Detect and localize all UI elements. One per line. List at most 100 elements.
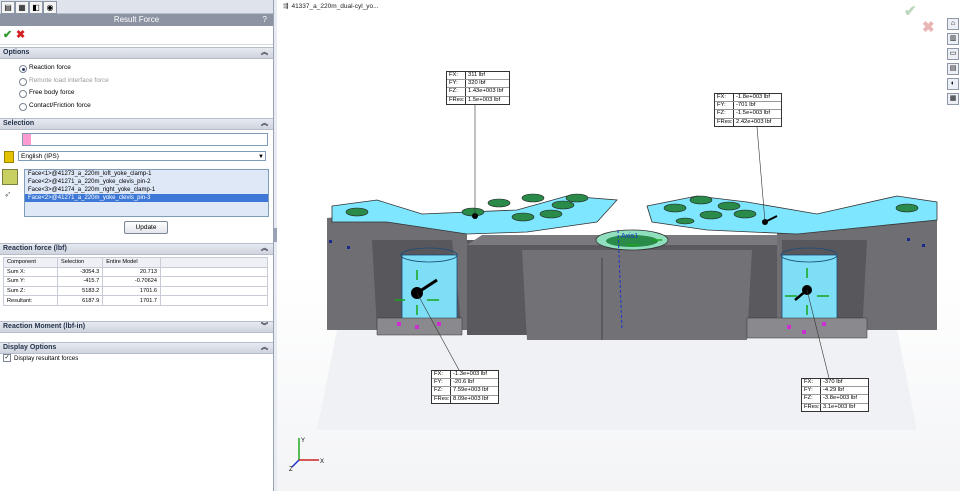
- callout-row: FY: 320 lbf: [447, 79, 509, 88]
- checkbox-checked-icon[interactable]: ✓: [3, 354, 11, 363]
- callout-row: FRes: 8.09e+003 lbf: [432, 394, 498, 403]
- viewport-ok-icon[interactable]: ✔: [904, 2, 917, 20]
- callout-key: FRes:: [717, 118, 734, 126]
- left-base-ring: [376, 317, 463, 336]
- property-manager-tab-icon[interactable]: ▦: [15, 1, 29, 14]
- home-icon[interactable]: ⌂: [947, 18, 959, 30]
- collapse-chevron-icon[interactable]: ︽: [261, 48, 268, 58]
- column-header: Entire Model: [102, 257, 161, 268]
- reaction-force-section-header[interactable]: Reaction force (lbf) ︽: [0, 243, 273, 255]
- selection-section-header[interactable]: Selection ︽: [0, 118, 273, 130]
- table-row: Sum Y: -415.7 -0.70624: [2, 276, 268, 287]
- reaction-force-header-label: Reaction force (lbf): [3, 245, 67, 252]
- radio-button-icon[interactable]: [19, 102, 27, 111]
- callout-value: 311 lbf: [468, 72, 485, 78]
- axis-label: Axis1: [621, 233, 638, 240]
- units-dropdown[interactable]: English (IPS) ▼: [18, 151, 266, 161]
- cancel-button[interactable]: ✖: [16, 28, 25, 41]
- face-selection-list[interactable]: Face<1>@41273_a_220m_loft_yoke_clamp-1 F…: [24, 169, 269, 217]
- display-resultant-forces-checkbox[interactable]: ✓ Display resultant forces: [3, 354, 78, 363]
- table-header-row: Component Selection Entire Model: [2, 257, 268, 268]
- units-selected-value: English (IPS): [21, 153, 59, 160]
- callout-value: -370 lbf: [823, 379, 843, 385]
- callout-row: FZ: -3.8e+003 lbf: [802, 394, 868, 403]
- simulation-tab-icon[interactable]: ◉: [43, 1, 57, 14]
- right-base-ring: [746, 317, 868, 339]
- task-pane-tabs: ⌂ ▥ ▭ ▤ ◐ ▦: [947, 18, 959, 105]
- callout-value: -1.8e+003 lbf: [736, 94, 771, 100]
- radio-button-icon[interactable]: [19, 65, 27, 73]
- force-callout-bottom-left: FX: -1.3e+003 lbf FY: -20.6 lbf FZ: 7.59e+0…: [431, 370, 499, 404]
- display-options-section-header[interactable]: Display Options ︽: [0, 342, 273, 354]
- callout-key: FX:: [432, 371, 451, 379]
- list-item[interactable]: Face<3>@41274_a_220m_right_yoke_clamp-1: [25, 186, 268, 194]
- checkbox-label: Display resultant forces: [14, 355, 79, 362]
- list-item[interactable]: Face<1>@41273_a_220m_loft_yoke_clamp-1: [25, 170, 268, 178]
- radio-contact-friction-force[interactable]: Contact/Friction force: [0, 100, 273, 113]
- options-section-header[interactable]: Options ︽: [0, 47, 273, 59]
- file-explorer-icon[interactable]: ▤: [947, 63, 959, 75]
- assembly-icon: ⇶: [283, 3, 289, 10]
- update-button[interactable]: Update: [124, 221, 168, 234]
- callout-value: -1.5e+003 lbf: [736, 110, 771, 117]
- appearance-icon[interactable]: ◐: [947, 78, 959, 90]
- cursor-arrow-icon: ➶: [4, 189, 12, 199]
- list-item[interactable]: Face<2>@41271_a_220m_yoke_clevis_pin-2: [25, 178, 268, 186]
- callout-key: FZ:: [715, 110, 734, 118]
- callout-key: FRes:: [434, 395, 451, 403]
- reaction-moment-header-label: Reaction Moment (lbf-in): [3, 323, 86, 330]
- empty-column: [160, 257, 268, 268]
- callout-row: FZ: 1.43e+003 lbf: [447, 87, 509, 96]
- document-title: ⇶ 41337_a_220m_dual-cyl_yo...: [283, 2, 379, 10]
- selection-input[interactable]: [22, 133, 268, 146]
- viewport-cancel-icon[interactable]: ✖: [922, 18, 935, 36]
- selection-header-label: Selection: [3, 120, 35, 127]
- callout-value: -3.8e+003 lbf: [823, 395, 858, 402]
- callout-key: FY:: [432, 379, 451, 387]
- radio-label: Reaction force: [29, 64, 71, 71]
- panel-tabs: ▤ ▦ ◧ ◉: [0, 0, 273, 14]
- collapse-chevron-icon[interactable]: ︽: [261, 343, 268, 353]
- table-cell: 20.713: [102, 266, 161, 278]
- library-icon[interactable]: ▥: [947, 33, 959, 45]
- collapse-chevron-icon[interactable]: ︽: [261, 119, 268, 129]
- callout-value: -1.3e+003 lbf: [453, 371, 488, 377]
- radio-button-icon[interactable]: [19, 90, 27, 98]
- face-selection-icon: [2, 169, 18, 185]
- table-row: Sum X: -3054.3 20.713: [2, 266, 268, 278]
- table-cell: 1701.7: [102, 295, 161, 306]
- expand-chevron-icon[interactable]: ︾: [261, 322, 268, 332]
- callout-row: FX: -1.8e+003 lbf: [715, 94, 781, 102]
- column-header: Selection: [57, 257, 104, 268]
- force-callout-top-right: FX: -1.8e+003 lbf FY: -701 lbf FZ: -1.5e+00…: [714, 93, 782, 127]
- callout-key: FRes:: [449, 96, 466, 104]
- callout-value: 2.42e+003 lbf: [736, 118, 772, 125]
- triad-z-label: Z: [289, 467, 293, 472]
- config-manager-tab-icon[interactable]: ◧: [29, 1, 43, 14]
- table-row: Sum Z: 5183.2 1701.6: [2, 285, 268, 297]
- help-icon[interactable]: ?: [263, 14, 267, 26]
- collapse-chevron-icon[interactable]: ︽: [261, 244, 268, 254]
- panel-title-bar: Result Force ?: [0, 14, 273, 26]
- folder-icon[interactable]: ▭: [947, 48, 959, 60]
- callout-row: FY: -701 lbf: [715, 101, 781, 110]
- feature-manager-tab-icon[interactable]: ▤: [1, 1, 15, 14]
- reaction-moment-section-header[interactable]: Reaction Moment (lbf-in) ︾: [0, 321, 273, 333]
- center-plate: [522, 250, 752, 340]
- callout-value: 1.5e+003 lbf: [468, 96, 501, 103]
- callout-row: FX: -370 lbf: [802, 379, 868, 387]
- ok-button[interactable]: ✔: [3, 28, 12, 41]
- custom-properties-icon[interactable]: ▦: [947, 93, 959, 105]
- list-item-selected[interactable]: Face<2>@41271_a_220m_yoke_clevis_pin-3: [25, 194, 268, 202]
- radio-free-body-force[interactable]: Free body force: [0, 87, 273, 100]
- column-header: Component: [2, 257, 59, 268]
- force-callout-bottom-right: FX: -370 lbf FY: -4.29 lbf FZ: -3.8e+003 lb…: [801, 378, 869, 412]
- radio-reaction-force[interactable]: Reaction force: [0, 62, 273, 75]
- callout-row: FRes: 2.42e+003 lbf: [715, 117, 781, 126]
- callout-key: FX:: [802, 379, 821, 387]
- table-cell: 5183.2: [57, 285, 104, 297]
- callout-row: FX: -1.3e+003 lbf: [432, 371, 498, 379]
- callout-key: FY:: [447, 80, 466, 88]
- chevron-down-icon[interactable]: ▼: [258, 152, 264, 162]
- graphics-viewport[interactable]: Axis1 ⇶ 41337_a_220m_dual-cyl_yo... ✔ ✖ ⌂…: [277, 0, 960, 491]
